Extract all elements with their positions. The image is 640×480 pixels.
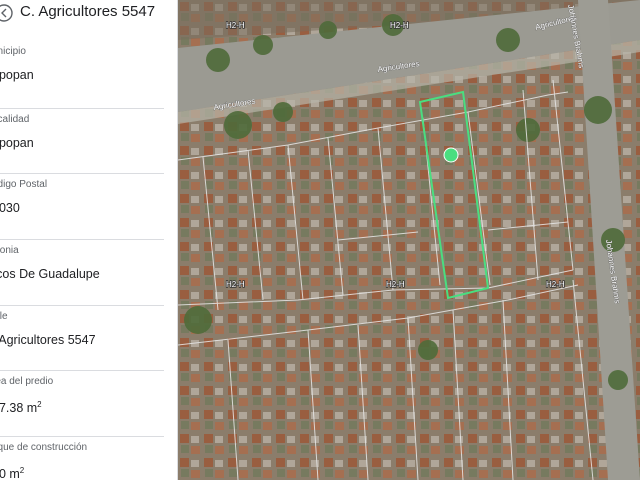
field-calle: alle . Agricultores 5547 xyxy=(0,311,166,348)
field-label: ódigo Postal xyxy=(0,179,48,190)
back-arrow-icon[interactable] xyxy=(0,3,14,23)
field-localidad: ocalidad apopan xyxy=(0,114,166,151)
field-label: ocalidad xyxy=(0,114,30,125)
field-label: olonia xyxy=(0,245,19,256)
location-marker-icon[interactable] xyxy=(443,147,459,163)
zone-label: H2-H xyxy=(546,280,565,289)
field-municipio: unicipio apopan xyxy=(0,46,166,83)
zone-label: H2-H xyxy=(390,21,409,30)
field-value: 00 m2 xyxy=(0,463,166,480)
area-value: 97.38 m xyxy=(0,401,38,416)
field-label: unicipio xyxy=(0,46,26,57)
field-value: rcos De Guadalupe xyxy=(0,267,100,281)
field-value: apopan xyxy=(0,68,34,82)
field-value: . Agricultores 5547 xyxy=(0,333,96,347)
divider xyxy=(0,173,164,174)
satellite-map[interactable]: Agricultores Agricultores Agricultores J… xyxy=(178,0,640,480)
field-colonia: olonia rcos De Guadalupe xyxy=(0,245,166,282)
divider xyxy=(0,370,164,371)
divider xyxy=(0,239,164,240)
field-codigo-postal: ódigo Postal 5030 xyxy=(0,179,166,216)
zone-label: H2-H xyxy=(386,280,405,289)
construction-value: 00 m xyxy=(0,467,20,480)
zone-label: H2-H xyxy=(226,280,245,289)
map-canvas[interactable]: Agricultores Agricultores Agricultores J… xyxy=(178,0,640,480)
field-label: oque de construcción xyxy=(0,442,88,453)
field-value: apopan xyxy=(0,136,34,150)
unit-superscript: 2 xyxy=(37,400,42,409)
field-value: 5030 xyxy=(0,201,20,215)
field-label: rea del predio xyxy=(0,376,54,387)
field-value: 97.38 m2 xyxy=(0,397,166,416)
property-info-panel: C. Agricultores 5547 unicipio apopan oca… xyxy=(0,0,178,480)
unit-superscript: 2 xyxy=(19,466,25,475)
field-bloque-construccion: oque de construcción 00 m2 xyxy=(0,442,166,480)
panel-title: C. Agricultores 5547 xyxy=(20,3,156,20)
divider xyxy=(0,436,164,437)
field-area-predio: rea del predio 97.38 m2 xyxy=(0,376,166,416)
panel-header: C. Agricultores 5547 xyxy=(0,0,177,26)
divider xyxy=(0,108,164,109)
zone-label: H2-H xyxy=(226,21,245,30)
divider xyxy=(0,305,164,306)
field-label: alle xyxy=(0,311,8,322)
